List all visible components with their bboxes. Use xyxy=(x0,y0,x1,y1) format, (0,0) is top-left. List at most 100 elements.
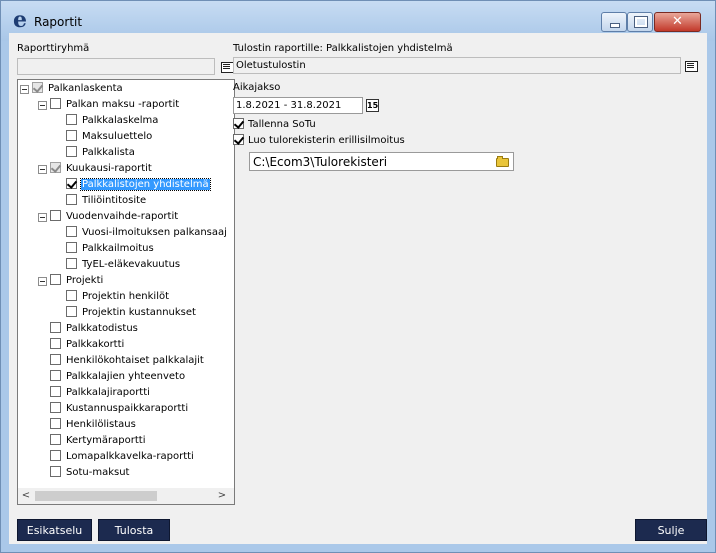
tree-item-checkbox[interactable] xyxy=(50,466,61,477)
close-window-button[interactable]: ✕ xyxy=(654,12,701,32)
tree-item-checkbox[interactable] xyxy=(50,322,61,333)
tree-item-checkbox[interactable] xyxy=(50,274,61,285)
report-group-field[interactable] xyxy=(17,58,215,75)
tree-item[interactable]: Projektin henkilöt xyxy=(66,290,170,304)
print-button[interactable]: Tulosta xyxy=(98,519,170,541)
tree-item[interactable]: Maksuluettelo xyxy=(66,130,153,144)
tree-item-label: Palkkalistojen yhdistelmä xyxy=(80,178,211,191)
scroll-thumb[interactable] xyxy=(35,491,157,501)
tree-item[interactable]: Palkkakortti xyxy=(50,338,125,352)
calendar-icon[interactable]: 15 xyxy=(366,99,379,112)
tree-item-label: Projektin kustannukset xyxy=(82,307,196,318)
report-window: e Raportit ✕ Raporttiryhmä Palkanlaskent… xyxy=(0,0,716,553)
tree-item[interactable]: Projektin kustannukset xyxy=(66,306,197,320)
tree-item-checkbox[interactable] xyxy=(50,418,61,429)
tree-expander-icon[interactable] xyxy=(20,85,29,94)
tree-item[interactable]: Kuukausi-raportit xyxy=(50,162,153,176)
printer-field[interactable]: Oletustulostin xyxy=(233,57,681,74)
tree-item[interactable]: Palkkalajiraportti xyxy=(50,386,151,400)
tree-item-label: Palkkalaskelma xyxy=(82,115,159,126)
maximize-button[interactable] xyxy=(627,12,653,32)
tree-item[interactable]: Vuosi-ilmoituksen palkansaaj xyxy=(66,226,228,240)
tree-item-label: Palkkalajiraportti xyxy=(66,387,150,398)
tree-item[interactable]: Palkan maksu -raportit xyxy=(50,98,180,112)
tree-item-label: Maksuluettelo xyxy=(82,131,153,142)
scroll-right-icon[interactable]: > xyxy=(214,488,230,504)
tree-item-checkbox[interactable] xyxy=(66,290,77,301)
tree-item[interactable]: Kustannuspaikkaraportti xyxy=(50,402,189,416)
tree-item-label: Palkan maksu -raportit xyxy=(66,99,180,110)
tree-item-label: Palkkatodistus xyxy=(66,323,138,334)
register-path-input[interactable]: C:\Ecom3\Tulorekisteri xyxy=(249,152,514,171)
tree-item-checkbox[interactable] xyxy=(50,370,61,381)
tree-item-checkbox[interactable] xyxy=(50,434,61,445)
app-logo-icon: e xyxy=(13,7,27,33)
preview-button[interactable]: Esikatselu xyxy=(17,519,92,541)
tree-item-checkbox[interactable] xyxy=(32,82,43,93)
tree-item[interactable]: Palkkatodistus xyxy=(50,322,139,336)
tree-item[interactable]: Palkkailmoitus xyxy=(66,242,155,256)
report-group-picker-icon[interactable] xyxy=(220,60,234,74)
tree-item-label: Kertymäraportti xyxy=(66,435,146,446)
tree-item-checkbox[interactable] xyxy=(50,354,61,365)
tree-item[interactable]: Henkilökohtaiset palkkalajit xyxy=(50,354,205,368)
tree-item[interactable]: Lomapalkkavelka-raportti xyxy=(50,450,195,464)
period-input[interactable]: 1.8.2021 - 31.8.2021 xyxy=(233,97,363,114)
tree-item-checkbox[interactable] xyxy=(66,194,77,205)
tree-item[interactable]: Henkilölistaus xyxy=(50,418,137,432)
tree-item-checkbox[interactable] xyxy=(66,146,77,157)
tree-item[interactable]: Palkkalaskelma xyxy=(66,114,159,128)
save-sotu-check-icon[interactable] xyxy=(233,118,244,129)
tree-item[interactable]: Palkkalajien yhteenveto xyxy=(50,370,186,384)
tree-item[interactable]: Vuodenvaihde-raportit xyxy=(50,210,179,224)
tree-item-label: Tiliöintitosite xyxy=(82,195,147,206)
tree-item-checkbox[interactable] xyxy=(50,450,61,461)
tree-expander-icon[interactable] xyxy=(38,213,47,222)
tree-item-label: Sotu-maksut xyxy=(66,467,130,478)
tree-item-label: Palkkailmoitus xyxy=(82,243,154,254)
tree-item-checkbox[interactable] xyxy=(50,162,61,173)
close-button[interactable]: Sulje xyxy=(635,519,707,541)
tree-expander-icon[interactable] xyxy=(38,165,47,174)
tree-item[interactable]: Sotu-maksut xyxy=(50,466,130,480)
folder-icon[interactable] xyxy=(496,156,510,167)
save-sotu-checkbox[interactable]: Tallenna SoTu xyxy=(233,118,316,130)
tree-item-checkbox[interactable] xyxy=(66,114,77,125)
tree-item-label: Projektin henkilöt xyxy=(82,291,170,302)
tree-item[interactable]: Projekti xyxy=(50,274,104,288)
report-tree[interactable]: Palkanlaskenta Palkan maksu -raportit Palk… xyxy=(17,79,235,505)
tree-item-checkbox[interactable] xyxy=(50,338,61,349)
income-register-check-icon[interactable] xyxy=(233,134,244,145)
scroll-left-icon[interactable]: < xyxy=(18,488,34,504)
horizontal-scrollbar[interactable]: < > xyxy=(18,488,234,504)
printer-picker-icon[interactable] xyxy=(684,59,698,73)
tree-expander-icon[interactable] xyxy=(38,277,47,286)
tree-item-label: Palkkalajien yhteenveto xyxy=(66,371,186,382)
tree-item[interactable]: Tiliöintitosite xyxy=(66,194,147,208)
tree-item[interactable]: TyEL-eläkevakuutus xyxy=(66,258,181,272)
tree-item-checkbox[interactable] xyxy=(50,402,61,413)
tree-item-label: Kuukausi-raportit xyxy=(66,163,152,174)
tree-item[interactable]: Kertymäraportti xyxy=(50,434,146,448)
tree-item-checkbox[interactable] xyxy=(50,98,61,109)
tree-item-label: Palkanlaskenta xyxy=(48,83,123,94)
tree-item-label: Kustannuspaikkaraportti xyxy=(66,403,189,414)
tree-item-checkbox[interactable] xyxy=(66,226,77,237)
tree-item[interactable]: Palkanlaskenta xyxy=(32,82,124,96)
dialog-client-area: Raporttiryhmä Palkanlaskenta Palkan maksu… xyxy=(9,33,707,544)
tree-item[interactable]: Palkkalistojen yhdistelmä xyxy=(66,178,211,192)
tree-item[interactable]: Palkkalista xyxy=(66,146,136,160)
income-register-checkbox[interactable]: Luo tulorekisterin erillisilmoitus xyxy=(233,134,405,146)
tree-item-checkbox[interactable] xyxy=(66,306,77,317)
tree-item-checkbox[interactable] xyxy=(66,258,77,269)
minimize-button[interactable] xyxy=(601,12,627,32)
tree-item-label: Henkilölistaus xyxy=(66,419,136,430)
tree-expander-icon[interactable] xyxy=(38,101,47,110)
printer-value: Oletustulostin xyxy=(236,60,306,71)
tree-item-checkbox[interactable] xyxy=(66,242,77,253)
period-value: 1.8.2021 - 31.8.2021 xyxy=(236,100,342,111)
tree-item-checkbox[interactable] xyxy=(50,210,61,221)
tree-item-checkbox[interactable] xyxy=(66,178,77,189)
tree-item-checkbox[interactable] xyxy=(50,386,61,397)
tree-item-checkbox[interactable] xyxy=(66,130,77,141)
